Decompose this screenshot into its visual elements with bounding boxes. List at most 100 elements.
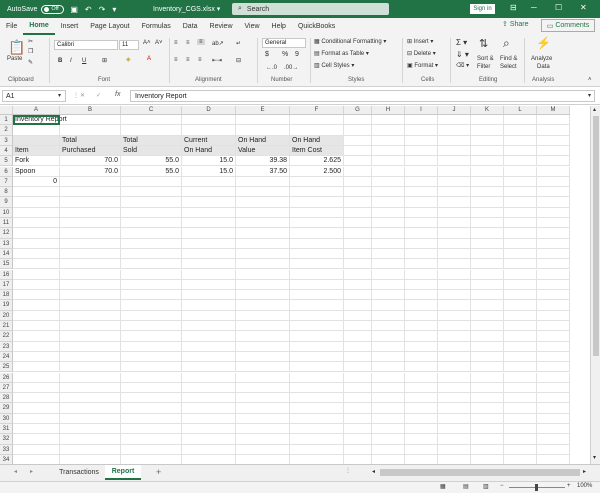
cell-l13[interactable]: [504, 238, 537, 249]
zoom-out-button[interactable]: −: [500, 483, 504, 489]
cell-i34[interactable]: [405, 454, 438, 464]
column-header-k[interactable]: K: [471, 106, 504, 115]
cell-f23[interactable]: [290, 341, 344, 352]
cell-h30[interactable]: [372, 413, 405, 424]
cell-c16[interactable]: [121, 269, 182, 280]
cell-d12[interactable]: [182, 228, 236, 239]
cell-c13[interactable]: [121, 238, 182, 249]
sort-filter-button[interactable]: Sort &: [477, 56, 494, 62]
cell-i7[interactable]: [405, 176, 438, 188]
cell-f22[interactable]: [290, 331, 344, 342]
cell-g15[interactable]: [344, 259, 372, 270]
cell-h6[interactable]: [372, 166, 405, 177]
cell-c30[interactable]: [121, 413, 182, 424]
font-size-select[interactable]: 11: [119, 40, 139, 50]
cell-b26[interactable]: [60, 372, 121, 383]
cell-j23[interactable]: [438, 341, 471, 352]
cell-c23[interactable]: [121, 341, 182, 352]
row-header-33[interactable]: 33: [0, 444, 13, 455]
cell-c19[interactable]: [121, 300, 182, 311]
cell-e3[interactable]: On Hand: [236, 135, 290, 146]
cell-j19[interactable]: [438, 300, 471, 311]
cell-g22[interactable]: [344, 331, 372, 342]
row-header-13[interactable]: 13: [0, 238, 13, 249]
cell-j14[interactable]: [438, 248, 471, 260]
cell-m21[interactable]: [537, 321, 570, 332]
cell-c29[interactable]: [121, 403, 182, 414]
cell-m2[interactable]: [537, 125, 570, 136]
cell-c20[interactable]: [121, 310, 182, 321]
cell-h17[interactable]: [372, 279, 405, 291]
cell-k14[interactable]: [471, 248, 504, 260]
expand-formula-bar-icon[interactable]: ▾: [588, 92, 591, 99]
cell-e6[interactable]: 37.50: [236, 166, 290, 177]
cell-g26[interactable]: [344, 372, 372, 383]
cell-a24[interactable]: [13, 351, 60, 363]
row-header-4[interactable]: 4: [0, 145, 13, 157]
cell-a14[interactable]: [13, 248, 60, 260]
cell-b7[interactable]: [60, 176, 121, 188]
cell-m28[interactable]: [537, 393, 570, 404]
cell-c5[interactable]: 55.0: [121, 156, 182, 167]
cell-i6[interactable]: [405, 166, 438, 177]
cell-f2[interactable]: [290, 125, 344, 136]
search-box[interactable]: ⌕ Search: [232, 3, 389, 15]
cell-h13[interactable]: [372, 238, 405, 249]
cell-e27[interactable]: [236, 382, 290, 394]
cell-a8[interactable]: [13, 187, 60, 198]
cell-e29[interactable]: [236, 403, 290, 414]
cell-j17[interactable]: [438, 279, 471, 291]
cell-a26[interactable]: [13, 372, 60, 383]
cell-j1[interactable]: [438, 115, 471, 126]
cell-e8[interactable]: [236, 187, 290, 198]
cell-g10[interactable]: [344, 207, 372, 218]
cell-j30[interactable]: [438, 413, 471, 424]
comments-button[interactable]: ▭ Comments: [541, 19, 595, 32]
cell-i9[interactable]: [405, 197, 438, 208]
cell-m14[interactable]: [537, 248, 570, 260]
cell-j26[interactable]: [438, 372, 471, 383]
fill-icon[interactable]: ⇓ ▾: [456, 50, 469, 59]
cell-m12[interactable]: [537, 228, 570, 239]
cell-c22[interactable]: [121, 331, 182, 342]
cell-d13[interactable]: [182, 238, 236, 249]
column-header-j[interactable]: J: [438, 106, 471, 115]
cell-j3[interactable]: [438, 135, 471, 146]
cell-l4[interactable]: [504, 145, 537, 157]
cell-a33[interactable]: [13, 444, 60, 455]
font-name-select[interactable]: Calibri: [54, 40, 118, 50]
cell-b33[interactable]: [60, 444, 121, 455]
save-icon[interactable]: ▣: [70, 5, 78, 14]
decrease-decimal-icon[interactable]: .00→: [284, 65, 298, 71]
cell-a34[interactable]: [13, 454, 60, 464]
cell-k20[interactable]: [471, 310, 504, 321]
increase-decimal-icon[interactable]: ←.0: [266, 65, 277, 71]
cell-f4[interactable]: Item Cost: [290, 145, 344, 157]
cell-e34[interactable]: [236, 454, 290, 464]
cell-c11[interactable]: [121, 218, 182, 229]
tab-file[interactable]: File: [0, 18, 23, 35]
cell-h4[interactable]: [372, 145, 405, 157]
confirm-entry-icon[interactable]: ✓: [96, 92, 101, 99]
cell-l24[interactable]: [504, 351, 537, 363]
cell-g24[interactable]: [344, 351, 372, 363]
cell-a20[interactable]: [13, 310, 60, 321]
cell-e19[interactable]: [236, 300, 290, 311]
cell-e25[interactable]: [236, 362, 290, 373]
cell-d7[interactable]: [182, 176, 236, 188]
cell-l6[interactable]: [504, 166, 537, 177]
paste-button[interactable]: Paste: [7, 56, 22, 62]
cell-j4[interactable]: [438, 145, 471, 157]
cell-g16[interactable]: [344, 269, 372, 280]
cell-j27[interactable]: [438, 382, 471, 394]
cell-l18[interactable]: [504, 290, 537, 301]
tab-home[interactable]: Home: [23, 18, 55, 35]
cell-j20[interactable]: [438, 310, 471, 321]
cell-b13[interactable]: [60, 238, 121, 249]
cell-g7[interactable]: [344, 176, 372, 188]
cell-j31[interactable]: [438, 424, 471, 435]
cell-l3[interactable]: [504, 135, 537, 146]
cell-j28[interactable]: [438, 393, 471, 404]
cell-b21[interactable]: [60, 321, 121, 332]
format-painter-icon[interactable]: ✎: [28, 59, 33, 66]
